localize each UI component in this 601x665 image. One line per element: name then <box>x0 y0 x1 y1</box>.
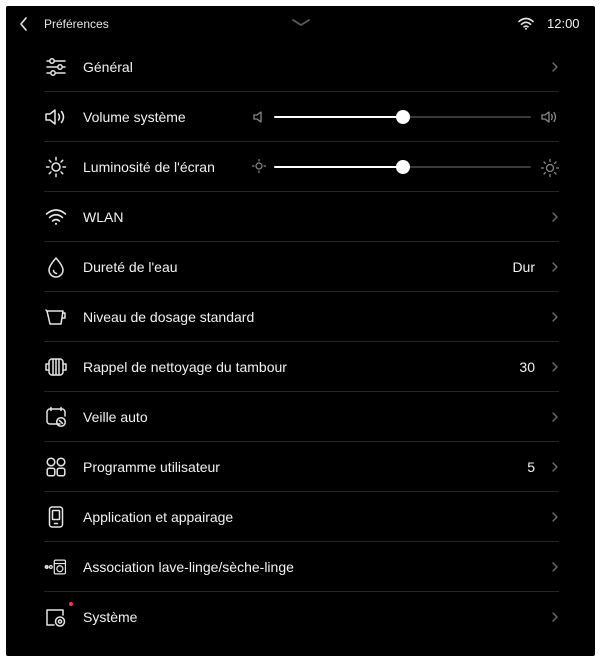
row-water-hardness[interactable]: Dureté de l'eau Dur <box>6 242 595 292</box>
row-label: Général <box>83 59 133 75</box>
brightness-high-icon <box>540 158 560 178</box>
wifi-icon <box>518 17 534 30</box>
row-label: Système <box>83 609 138 625</box>
row-label: Dureté de l'eau <box>83 259 178 275</box>
row-label: Veille auto <box>83 409 148 425</box>
row-value: Dur <box>512 259 535 275</box>
row-general[interactable]: Général <box>6 42 595 92</box>
slider-thumb[interactable] <box>395 160 410 174</box>
chevron-right-icon <box>551 561 559 573</box>
row-value: 30 <box>519 359 535 375</box>
row-label: Volume système <box>83 109 186 125</box>
system-settings-icon <box>44 605 68 629</box>
chevron-right-icon <box>551 61 559 73</box>
clock: 12:00 <box>547 16 580 31</box>
notification-dot <box>69 602 73 606</box>
row-value: 5 <box>527 459 535 475</box>
row-washer-dryer[interactable]: Association lave-linge/sèche-linge <box>6 542 595 592</box>
chevron-down-icon[interactable] <box>290 16 312 30</box>
drum-icon <box>44 355 68 379</box>
sun-icon <box>44 155 68 179</box>
speaker-icon <box>44 105 68 129</box>
chevron-right-icon <box>551 511 559 523</box>
grid-icon <box>44 455 68 479</box>
sliders-icon <box>44 55 68 79</box>
volume-high-icon <box>540 108 558 126</box>
chevron-right-icon <box>551 611 559 623</box>
chevron-right-icon <box>551 261 559 273</box>
dosing-cup-icon <box>44 305 68 329</box>
chevron-right-icon <box>551 461 559 473</box>
settings-list: Général Volume système Luminosité de l'é… <box>6 42 595 642</box>
standby-timer-icon <box>44 405 68 429</box>
row-dosage[interactable]: Niveau de dosage standard <box>6 292 595 342</box>
slider-thumb[interactable] <box>395 110 410 124</box>
row-user-program[interactable]: Programme utilisateur 5 <box>6 442 595 492</box>
row-wlan[interactable]: WLAN <box>6 192 595 242</box>
slider-fill <box>274 166 403 168</box>
row-auto-standby[interactable]: Veille auto <box>6 392 595 442</box>
row-system[interactable]: Système <box>6 592 595 642</box>
volume-slider[interactable] <box>274 110 531 124</box>
chevron-left-icon[interactable] <box>16 16 32 32</box>
chevron-right-icon <box>551 361 559 373</box>
water-drop-icon <box>44 255 68 279</box>
row-drum-cleaning[interactable]: Rappel de nettoyage du tambour 30 <box>6 342 595 392</box>
volume-low-icon <box>250 108 268 126</box>
chevron-right-icon <box>551 411 559 423</box>
wifi-icon <box>44 205 68 229</box>
chevron-right-icon <box>551 311 559 323</box>
slider-fill <box>274 116 403 118</box>
row-label: Rappel de nettoyage du tambour <box>83 359 287 375</box>
row-app-pairing[interactable]: Application et appairage <box>6 492 595 542</box>
row-label: Luminosité de l'écran <box>83 159 215 175</box>
row-volume: Volume système <box>6 92 595 142</box>
phone-icon <box>44 505 68 529</box>
preferences-screen: Préférences 12:00 Général Volume système… <box>6 6 595 656</box>
row-label: Niveau de dosage standard <box>83 309 255 325</box>
link-washer-icon <box>44 555 68 579</box>
page-title: Préférences <box>44 17 109 31</box>
brightness-slider[interactable] <box>274 160 531 174</box>
row-label: Application et appairage <box>83 509 234 525</box>
row-brightness: Luminosité de l'écran <box>6 142 595 192</box>
row-label: Programme utilisateur <box>83 459 220 475</box>
row-label: Association lave-linge/sèche-linge <box>83 559 294 575</box>
brightness-low-icon <box>251 158 269 176</box>
row-label: WLAN <box>83 209 124 225</box>
status-bar: Préférences 12:00 <box>6 6 595 42</box>
chevron-right-icon <box>551 211 559 223</box>
